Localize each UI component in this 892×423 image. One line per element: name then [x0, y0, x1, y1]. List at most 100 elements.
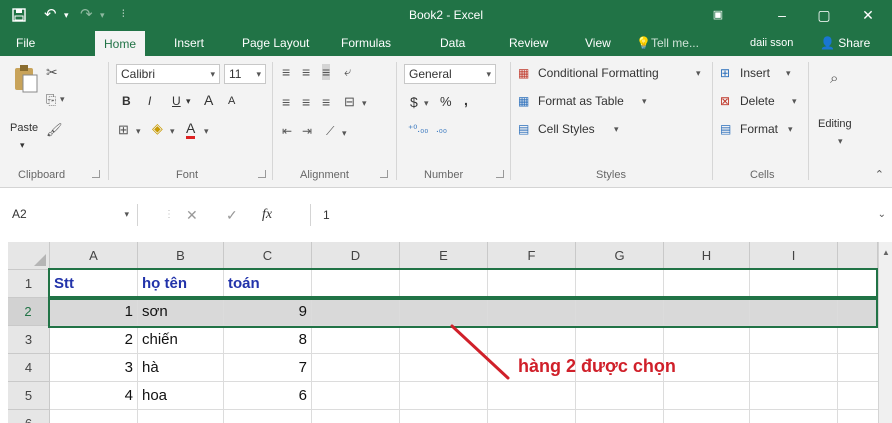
restore-button[interactable]: ▢ [804, 0, 844, 30]
cell-styles-dropdown-icon[interactable]: ▾ [614, 124, 619, 135]
tab-view[interactable]: View [585, 30, 611, 56]
orientation-icon[interactable]: ⟋ [326, 124, 334, 139]
column-header-d[interactable]: D [312, 242, 400, 270]
underline-button[interactable]: U [172, 94, 181, 108]
tab-data[interactable]: Data [440, 30, 465, 56]
increase-indent-icon[interactable]: ⇥ [302, 124, 312, 138]
format-as-table-button[interactable]: Format as Table [538, 94, 624, 108]
cell-b3[interactable]: chiến [138, 326, 224, 354]
cell-a5[interactable]: 4 [50, 382, 138, 410]
font-size-dropdown[interactable]: 11 ▾ [224, 64, 266, 84]
format-dropdown-icon[interactable]: ▾ [788, 124, 793, 135]
wrap-text-icon[interactable]: ⤶ [344, 64, 351, 80]
number-format-dropdown[interactable]: General ▾ [404, 64, 496, 84]
share-button[interactable]: 👤 Share [820, 30, 870, 56]
row-header-6[interactable]: 6 [8, 410, 50, 423]
format-painter-icon[interactable]: 🖌 [46, 122, 63, 138]
format-cells-button[interactable]: Format [740, 122, 778, 136]
cut-icon[interactable]: ✂ [46, 64, 58, 81]
tab-formulas[interactable]: Formulas [341, 30, 391, 56]
align-bottom-icon[interactable]: ≡ [322, 64, 331, 80]
font-launcher-icon[interactable] [258, 170, 266, 178]
bold-button[interactable]: B [122, 94, 131, 108]
cell-c6[interactable] [224, 410, 312, 423]
insert-cells-button[interactable]: Insert [740, 66, 770, 80]
column-header-g[interactable]: G [576, 242, 664, 270]
row-header-4[interactable]: 4 [8, 354, 50, 382]
currency-dropdown-icon[interactable]: ▾ [424, 98, 429, 109]
conditional-formatting-dropdown-icon[interactable]: ▾ [696, 68, 701, 79]
tab-file[interactable]: File [16, 30, 35, 56]
cell-c3[interactable]: 8 [224, 326, 312, 354]
format-as-table-dropdown-icon[interactable]: ▾ [642, 96, 647, 107]
alignment-launcher-icon[interactable] [380, 170, 388, 178]
column-header-e[interactable]: E [400, 242, 488, 270]
ribbon-display-options-icon[interactable]: ▣ [698, 0, 738, 30]
enter-icon[interactable]: ✓ [226, 204, 238, 226]
tab-insert[interactable]: Insert [174, 30, 204, 56]
increase-decimal-button[interactable]: ⁺⁰.₀₀ [408, 124, 428, 135]
column-header-a[interactable]: A [50, 242, 138, 270]
copy-icon[interactable]: ⎘ [46, 92, 56, 108]
insert-function-button[interactable]: fx [262, 204, 272, 226]
clipboard-launcher-icon[interactable] [92, 170, 100, 178]
cell-b4[interactable]: hà [138, 354, 224, 382]
cell-a4[interactable]: 3 [50, 354, 138, 382]
cell-styles-button[interactable]: Cell Styles [538, 122, 595, 136]
formula-input[interactable]: 1 [310, 204, 870, 226]
cell-a6[interactable] [50, 410, 138, 423]
fill-color-icon[interactable]: ◈ [152, 120, 163, 137]
paste-icon[interactable] [12, 64, 40, 94]
number-launcher-icon[interactable] [496, 170, 504, 178]
tab-page-layout[interactable]: Page Layout [242, 30, 309, 56]
search-icon[interactable]: ⌕ [830, 70, 838, 87]
editing-dropdown-icon[interactable]: ▾ [838, 136, 843, 147]
decrease-indent-icon[interactable]: ⇤ [282, 124, 292, 138]
select-all-button[interactable] [8, 242, 50, 270]
column-header-c[interactable]: C [224, 242, 312, 270]
decrease-decimal-button[interactable]: .₀₀ [436, 124, 447, 135]
percent-button[interactable]: % [440, 94, 452, 109]
align-right-icon[interactable]: ≡ [322, 94, 330, 110]
font-name-dropdown[interactable]: Calibri ▾ [116, 64, 220, 84]
borders-dropdown-icon[interactable]: ▾ [136, 126, 141, 137]
underline-dropdown-icon[interactable]: ▾ [186, 96, 191, 107]
expand-formula-bar-icon[interactable]: ⌄ [878, 204, 886, 226]
column-header-h[interactable]: H [664, 242, 750, 270]
row-header-3[interactable]: 3 [8, 326, 50, 354]
collapse-ribbon-icon[interactable]: ⌃ [875, 168, 884, 181]
scroll-up-icon[interactable]: ▲ [879, 248, 892, 257]
insert-dropdown-icon[interactable]: ▾ [786, 68, 791, 79]
conditional-formatting-button[interactable]: Conditional Formatting [538, 66, 659, 80]
close-button[interactable]: ✕ [848, 0, 888, 30]
orientation-dropdown-icon[interactable]: ▾ [342, 128, 347, 139]
font-color-button[interactable]: A [186, 120, 196, 139]
cancel-icon[interactable]: ✕ [186, 204, 198, 226]
tab-home[interactable]: Home [95, 31, 146, 56]
delete-dropdown-icon[interactable]: ▾ [792, 96, 797, 107]
italic-button[interactable]: I [148, 94, 151, 108]
paste-dropdown-icon[interactable]: ▾ [20, 140, 25, 151]
merge-center-icon[interactable]: ⊟ [344, 94, 355, 110]
cell-b6[interactable] [138, 410, 224, 423]
shrink-font-button[interactable]: A [228, 95, 235, 107]
grow-font-button[interactable]: A [204, 92, 213, 108]
vertical-scrollbar[interactable]: ▲ [878, 242, 892, 423]
column-header-i[interactable]: I [750, 242, 838, 270]
align-center-icon[interactable]: ≡ [302, 94, 310, 110]
cell-b5[interactable]: hoa [138, 382, 224, 410]
tab-review[interactable]: Review [509, 30, 548, 56]
cell-c5[interactable]: 6 [224, 382, 312, 410]
row-header-1[interactable]: 1 [8, 270, 50, 298]
user-account[interactable]: daii sson [750, 30, 793, 56]
column-header-f[interactable]: F [488, 242, 576, 270]
comma-button[interactable]: , [464, 92, 468, 108]
minimize-button[interactable]: – [762, 0, 802, 30]
borders-icon[interactable]: ⊞ [118, 122, 129, 138]
cell-a3[interactable]: 2 [50, 326, 138, 354]
fill-color-dropdown-icon[interactable]: ▾ [170, 126, 175, 137]
delete-cells-button[interactable]: Delete [740, 94, 775, 108]
name-box[interactable]: A2 ▾ [8, 204, 138, 226]
paste-button[interactable]: Paste [10, 122, 38, 134]
align-left-icon[interactable]: ≡ [282, 94, 290, 110]
